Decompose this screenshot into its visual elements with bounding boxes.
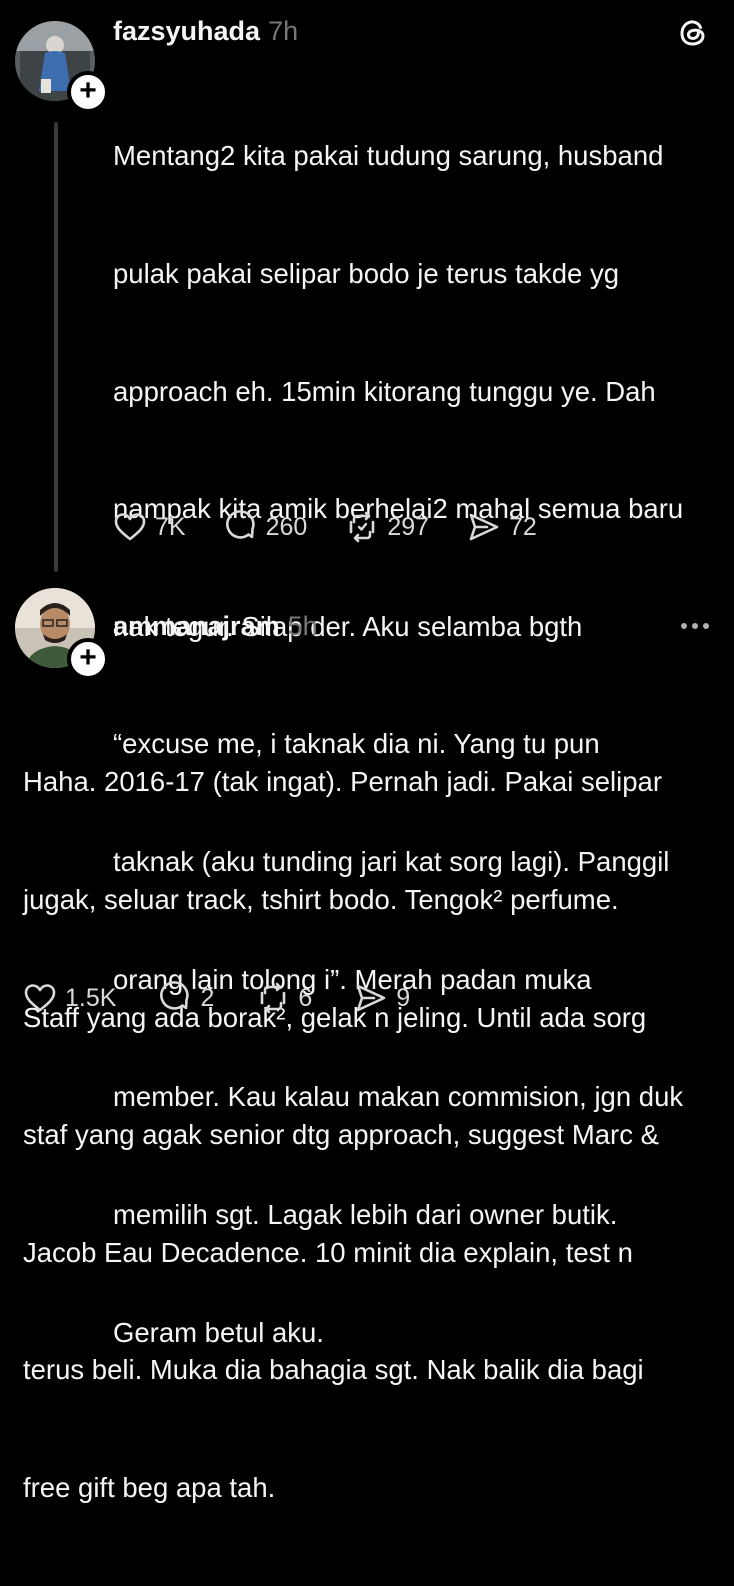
post-line: terus beli. Muka dia bahagia sgt. Nak ba… bbox=[23, 1354, 644, 1386]
share-button[interactable]: 72 bbox=[467, 510, 537, 544]
post-line: Haha. 2016-17 (tak ingat). Pernah jadi. … bbox=[23, 766, 662, 798]
like-button[interactable]: 7K bbox=[113, 511, 186, 543]
reply-count: 260 bbox=[265, 512, 308, 541]
like-count: 7K bbox=[155, 512, 186, 541]
thread-line bbox=[54, 122, 58, 572]
action-bar: 1.5K 2 6 9 bbox=[23, 981, 448, 1015]
repost-icon bbox=[350, 511, 375, 543]
share-button[interactable]: 9 bbox=[354, 981, 410, 1015]
heart-icon bbox=[24, 984, 56, 1012]
comment-icon bbox=[160, 981, 190, 1010]
follow-button[interactable]: + bbox=[67, 638, 109, 680]
post-line: pulak pakai selipar bodo je terus takde … bbox=[113, 258, 620, 290]
repost-icon bbox=[261, 982, 286, 1014]
post-line: staf yang agak senior dtg approach, sugg… bbox=[23, 1119, 659, 1151]
repost-button[interactable]: 6 bbox=[256, 981, 312, 1015]
reply-button[interactable]: 2 bbox=[158, 981, 214, 1015]
username[interactable]: ammanajram 5h bbox=[113, 611, 318, 642]
post-line: free gift beg apa tah. bbox=[23, 1472, 276, 1504]
comment-icon bbox=[225, 510, 255, 539]
post-body: Haha. 2016-17 (tak ingat). Pernah jadi. … bbox=[23, 684, 662, 1586]
share-count: 9 bbox=[396, 983, 411, 1012]
reply-button[interactable]: 260 bbox=[224, 510, 308, 544]
send-icon bbox=[356, 984, 386, 1012]
repost-count: 297 bbox=[387, 512, 430, 541]
post-line: Mentang2 kita pakai tudung sarung, husba… bbox=[113, 140, 664, 172]
username[interactable]: fazsyuhada 7h bbox=[113, 16, 298, 47]
post-fazsyuhada: + fazsyuhada 7h Mentang2 kita pakai tudun… bbox=[0, 0, 734, 1348]
repost-count: 6 bbox=[298, 983, 313, 1012]
post-ammanajram: + ammanajram 5h Haha. 2016-17 (tak ingat)… bbox=[0, 580, 734, 1503]
more-icon[interactable] bbox=[680, 622, 710, 630]
post-line: approach eh. 15min kitorang tunggu ye. D… bbox=[113, 375, 656, 407]
repost-button[interactable]: 297 bbox=[345, 510, 429, 544]
username-text[interactable]: fazsyuhada bbox=[113, 16, 260, 46]
heart-icon bbox=[114, 513, 146, 541]
follow-button[interactable]: + bbox=[67, 71, 109, 113]
post-line: jugak, seluar track, tshirt bodo. Tengok… bbox=[23, 884, 619, 916]
action-bar: 7K 260 297 72 bbox=[113, 510, 575, 544]
like-button[interactable]: 1.5K bbox=[23, 982, 116, 1014]
timestamp: 5h bbox=[287, 611, 318, 641]
send-icon bbox=[469, 513, 499, 541]
timestamp: 7h bbox=[268, 16, 299, 46]
like-count: 1.5K bbox=[65, 983, 117, 1012]
post-line: Jacob Eau Decadence. 10 minit dia explai… bbox=[23, 1236, 633, 1268]
username-text[interactable]: ammanajram bbox=[113, 611, 280, 641]
threads-logo-icon[interactable] bbox=[676, 16, 710, 50]
reply-count: 2 bbox=[200, 983, 215, 1012]
share-count: 72 bbox=[509, 512, 537, 541]
